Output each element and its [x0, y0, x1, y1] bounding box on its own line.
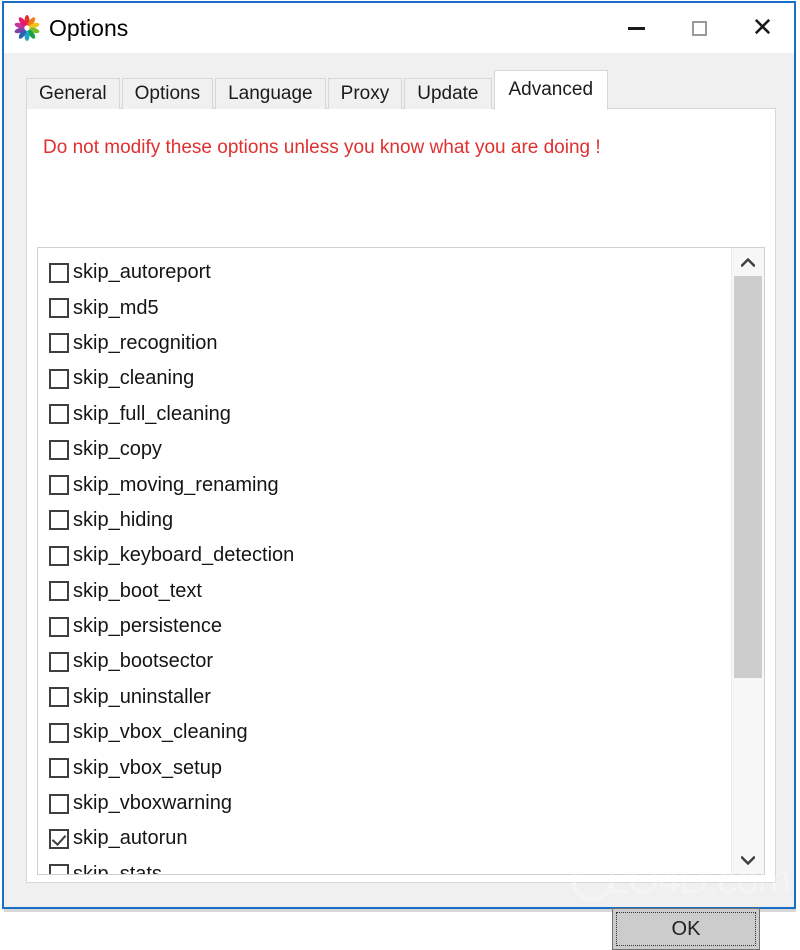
checkbox-unchecked-icon[interactable] — [49, 333, 69, 354]
options-dialog-window: Options ✕ General Options Language Proxy… — [2, 1, 796, 950]
options-list-items: skip_autoreport skip_md5 skip_recognitions… — [38, 248, 731, 874]
pinwheel-app-icon — [14, 15, 40, 41]
tab-language[interactable]: Language — [215, 78, 326, 109]
checkbox-unchecked-icon[interactable] — [49, 298, 69, 319]
title-bar: Options ✕ — [4, 3, 794, 53]
option-row[interactable]: skip_keyboard_detection — [49, 538, 731, 573]
option-row[interactable]: skip_uninstaller — [49, 680, 731, 715]
option-label: skip_boot_text — [73, 579, 202, 602]
tab-label: Update — [417, 83, 479, 104]
chevron-down-icon — [741, 855, 755, 865]
option-label: skip_copy — [73, 438, 162, 461]
checkbox-unchecked-icon[interactable] — [49, 581, 69, 602]
option-row[interactable]: skip_recognition — [49, 326, 731, 361]
option-label: skip_vboxwarning — [73, 792, 232, 815]
tab-label: Language — [228, 83, 313, 104]
option-row[interactable]: skip_bootsector — [49, 644, 731, 679]
scrollbar-track[interactable] — [732, 276, 764, 846]
option-row[interactable]: skip_vbox_setup — [49, 750, 731, 785]
advanced-tab-panel: Do not modify these options unless you k… — [26, 108, 776, 883]
minimize-button[interactable] — [605, 3, 668, 53]
chevron-up-icon — [741, 257, 755, 267]
tab-update[interactable]: Update — [404, 78, 492, 109]
checkbox-unchecked-icon[interactable] — [49, 793, 69, 814]
checkbox-checked-icon[interactable] — [49, 828, 69, 849]
checkbox-unchecked-icon[interactable] — [49, 475, 69, 496]
close-button[interactable]: ✕ — [731, 3, 794, 53]
option-row[interactable]: skip_boot_text — [49, 574, 731, 609]
tab-strip: General Options Language Proxy Update Ad… — [26, 69, 772, 110]
option-label: skip_persistence — [73, 615, 222, 638]
focus-rectangle: OK — [616, 912, 756, 946]
option-label: skip_autoreport — [73, 261, 211, 284]
checkbox-unchecked-icon[interactable] — [49, 651, 69, 672]
option-row[interactable]: skip_persistence — [49, 609, 731, 644]
checkbox-unchecked-icon[interactable] — [49, 262, 69, 283]
tab-proxy[interactable]: Proxy — [327, 78, 403, 109]
option-label: skip_hiding — [73, 508, 174, 531]
option-label: skip_full_cleaning — [73, 402, 231, 425]
maximize-icon — [692, 20, 707, 36]
checkbox-unchecked-icon[interactable] — [49, 510, 69, 531]
tab-general[interactable]: General — [26, 78, 120, 109]
option-row[interactable]: skip_stats — [49, 857, 731, 874]
option-row[interactable]: skip_autorun — [49, 821, 731, 856]
option-row[interactable]: skip_autoreport — [49, 255, 731, 290]
option-row[interactable]: skip_vboxwarning — [49, 786, 731, 821]
option-row[interactable]: skip_hiding — [49, 503, 731, 538]
checkbox-unchecked-icon[interactable] — [49, 439, 69, 460]
window-title: Options — [49, 14, 129, 41]
advanced-options-list[interactable]: skip_autoreport skip_md5 skip_recognitions… — [37, 247, 765, 875]
option-label: skip_keyboard_detection — [73, 544, 295, 567]
option-row[interactable]: skip_md5 — [49, 290, 731, 325]
option-label: skip_vbox_setup — [73, 756, 222, 779]
warning-text: Do not modify these options unless you k… — [43, 137, 601, 158]
window-controls: ✕ — [605, 3, 794, 53]
checkbox-unchecked-icon[interactable] — [49, 616, 69, 637]
option-row[interactable]: skip_copy — [49, 432, 731, 467]
scroll-down-button[interactable] — [732, 846, 764, 874]
tab-advanced[interactable]: Advanced — [493, 70, 609, 110]
tab-label: Proxy — [340, 83, 390, 104]
option-label: skip_autorun — [73, 827, 188, 850]
option-label: skip_moving_renaming — [73, 473, 279, 496]
tab-label: General — [39, 83, 107, 104]
checkbox-unchecked-icon[interactable] — [49, 368, 69, 389]
option-row[interactable]: skip_vbox_cleaning — [49, 715, 731, 750]
ok-button-label: OK — [671, 917, 701, 940]
tab-label: Advanced — [508, 79, 594, 100]
ok-button[interactable]: OK — [612, 908, 760, 950]
maximize-button[interactable] — [668, 3, 731, 53]
option-label: skip_uninstaller — [73, 685, 211, 708]
option-label: skip_md5 — [73, 296, 159, 319]
option-label: skip_recognition — [73, 331, 218, 354]
scrollbar-thumb[interactable] — [734, 276, 762, 678]
close-icon: ✕ — [751, 13, 774, 43]
checkbox-unchecked-icon[interactable] — [49, 864, 69, 874]
tab-label: Options — [134, 83, 201, 104]
option-label: skip_stats — [73, 862, 162, 874]
option-label: skip_bootsector — [73, 650, 214, 673]
checkbox-unchecked-icon[interactable] — [49, 758, 69, 779]
option-label: skip_vbox_cleaning — [73, 721, 248, 744]
checkbox-unchecked-icon[interactable] — [49, 687, 69, 708]
checkbox-unchecked-icon[interactable] — [49, 722, 69, 743]
option-row[interactable]: skip_full_cleaning — [49, 397, 731, 432]
option-label: skip_cleaning — [73, 367, 195, 390]
dialog-client-area: General Options Language Proxy Update Ad… — [4, 53, 794, 950]
minimize-icon — [628, 26, 645, 30]
checkbox-unchecked-icon[interactable] — [49, 545, 69, 566]
list-scrollbar[interactable] — [731, 248, 764, 874]
tab-options[interactable]: Options — [121, 78, 214, 109]
checkbox-unchecked-icon[interactable] — [49, 404, 69, 425]
scroll-up-button[interactable] — [732, 248, 764, 276]
option-row[interactable]: skip_cleaning — [49, 361, 731, 396]
option-row[interactable]: skip_moving_renaming — [49, 467, 731, 502]
